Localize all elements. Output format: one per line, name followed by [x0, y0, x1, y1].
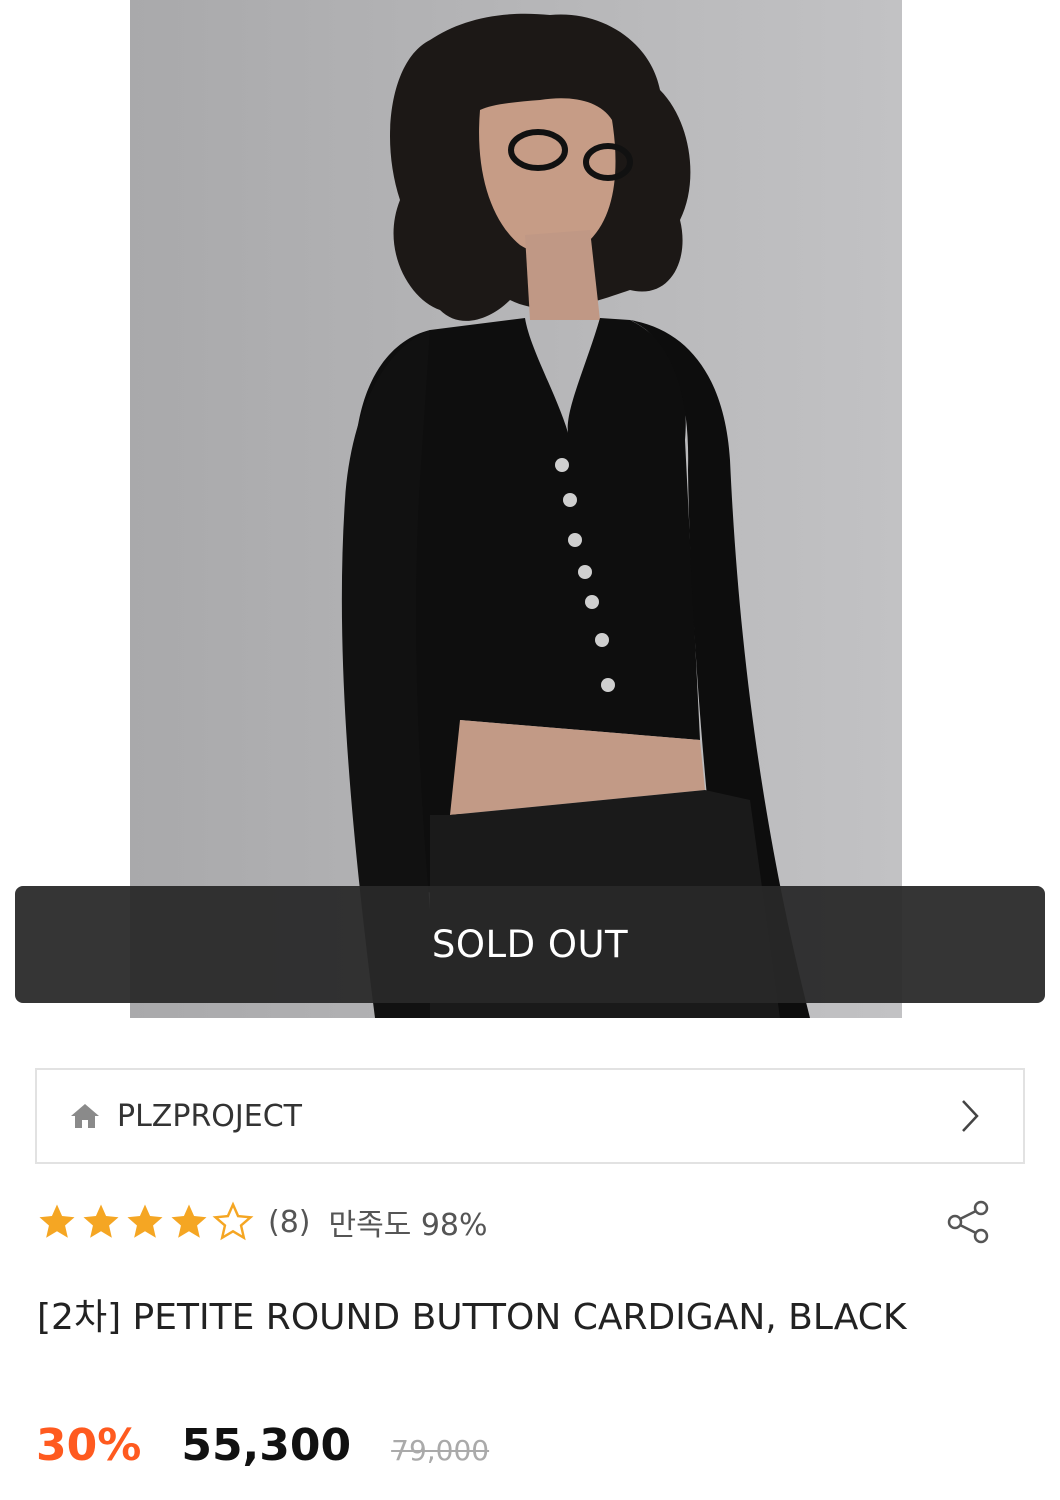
product-photo	[341, 13, 810, 1018]
product-image[interactable]	[130, 0, 902, 1018]
product-title: [2차] PETITE ROUND BUTTON CARDIGAN, BLACK	[37, 1297, 907, 1338]
price-row: 30% 55,300 79,000	[36, 1420, 489, 1490]
review-count[interactable]: (8)	[268, 1205, 311, 1240]
sold-out-label: SOLD OUT	[431, 923, 629, 966]
share-icon[interactable]	[945, 1198, 993, 1246]
star-empty-icon	[212, 1201, 254, 1241]
sale-price: 55,300	[181, 1420, 352, 1471]
home-icon	[71, 1104, 99, 1128]
star-filled-icon	[171, 1204, 207, 1238]
satisfaction-score: 만족도 98%	[328, 1208, 488, 1243]
brand-name: PLZPROJECT	[117, 1098, 302, 1134]
brand-shop-link[interactable]: PLZPROJECT	[35, 1068, 1025, 1164]
star-filled-icon	[127, 1204, 163, 1238]
star-rating[interactable]	[36, 1201, 256, 1243]
sold-out-banner: SOLD OUT	[15, 886, 1045, 1003]
rating-row: (8) 만족도 98%	[36, 1196, 1026, 1248]
product-detail-page: SOLD OUT PLZPROJECT (8) 만족도 98% [2차] PET…	[0, 0, 1060, 1500]
star-filled-icon	[83, 1204, 119, 1238]
original-price: 79,000	[391, 1434, 490, 1467]
chevron-right-icon	[962, 1100, 979, 1132]
discount-rate: 30%	[36, 1420, 142, 1471]
star-filled-icon	[39, 1204, 75, 1238]
